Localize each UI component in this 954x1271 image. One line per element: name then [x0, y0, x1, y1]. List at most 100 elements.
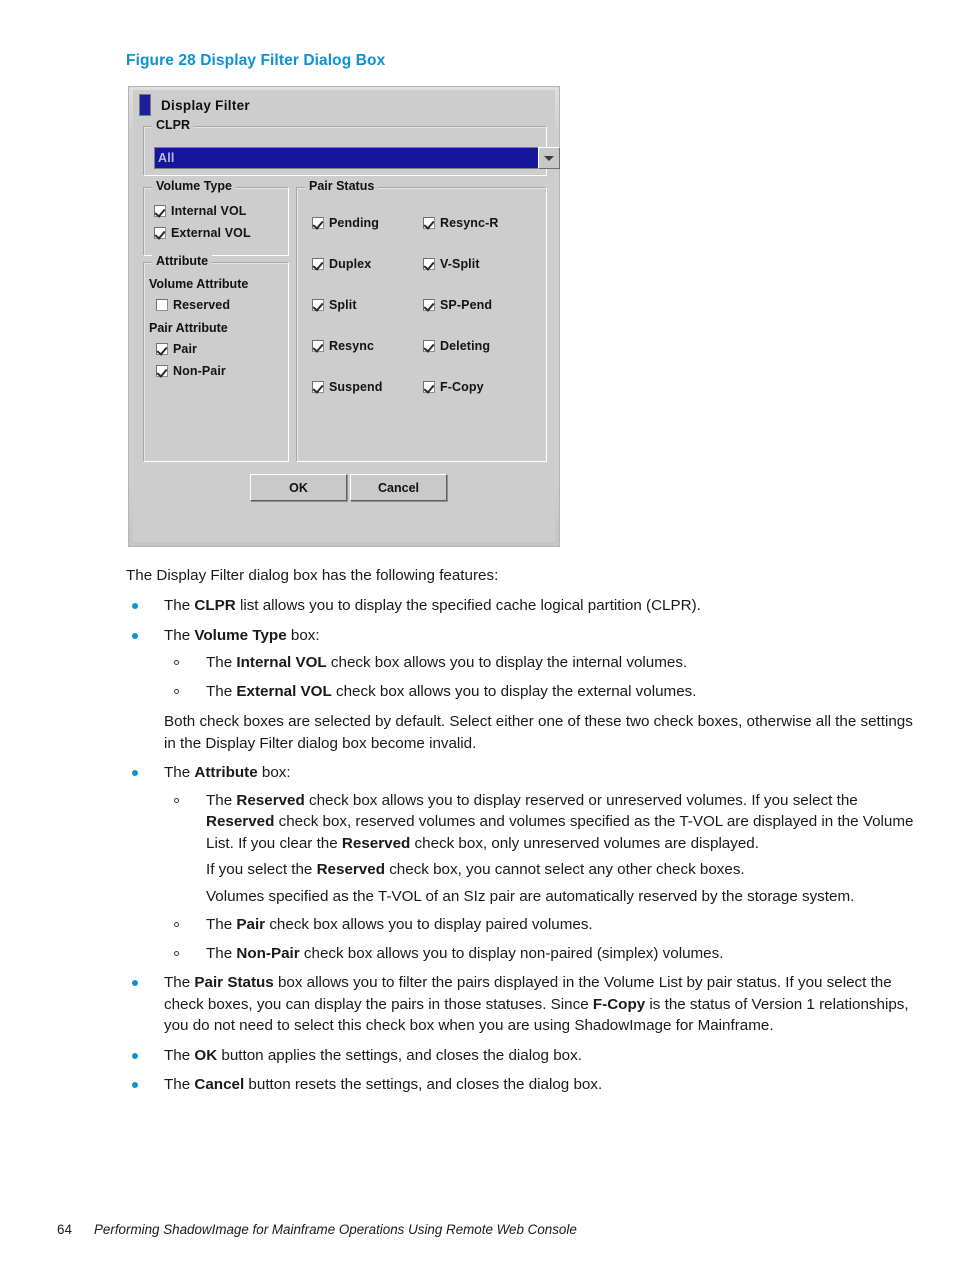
- text-bold: Volume Type: [194, 626, 287, 644]
- checkbox-indicator[interactable]: [156, 299, 168, 311]
- reserved-note-2: Volumes specified as the T-VOL of an SIz…: [206, 887, 855, 905]
- checkbox-label: V-Split: [440, 257, 480, 271]
- checkbox-sp-pend[interactable]: SP-Pend: [423, 298, 492, 312]
- checkbox-indicator[interactable]: [154, 227, 166, 239]
- text-run: box:: [286, 626, 320, 644]
- text-run: button applies the settings, and closes …: [217, 1046, 582, 1064]
- sub-list-attribute: The Reserved check box allows you to dis…: [164, 790, 924, 965]
- reserved-note-1: If you select the Reserved check box, yo…: [206, 859, 924, 881]
- text-bold: CLPR: [194, 597, 236, 614]
- text-run: check box, only unreserved volumes are d…: [410, 834, 759, 852]
- text-run: check box allows you to display reserved…: [304, 791, 858, 809]
- text-run: check box, you cannot select any other c…: [384, 861, 745, 878]
- checkbox-label: Deleting: [440, 339, 491, 353]
- checkbox-deleting[interactable]: Deleting: [423, 339, 490, 353]
- clpr-dropdown[interactable]: All: [154, 147, 560, 169]
- list-item-ok: The OK button applies the settings, and …: [126, 1045, 924, 1067]
- cancel-button[interactable]: Cancel: [350, 474, 447, 501]
- checkbox-label: Resync-R: [440, 216, 499, 230]
- dialog-title: Display Filter: [161, 97, 250, 113]
- checkbox-indicator[interactable]: [156, 365, 168, 377]
- text-bold: Reserved: [206, 813, 275, 830]
- text-run: The: [164, 626, 195, 644]
- text-run: The: [206, 791, 237, 809]
- checkbox-indicator[interactable]: [423, 217, 435, 229]
- text-bold: Cancel: [194, 1076, 245, 1093]
- checkbox-indicator[interactable]: [423, 340, 435, 352]
- bullet-icon: [132, 770, 138, 776]
- checkbox-label: F-Copy: [440, 380, 484, 394]
- checkbox-indicator[interactable]: [423, 381, 435, 393]
- checkbox-split[interactable]: Split: [312, 298, 357, 312]
- display-filter-dialog: Display Filter CLPR All Volume Type Inte…: [128, 86, 560, 547]
- pair-status-group: Pair Status Pending Duplex Split Resync …: [296, 179, 547, 462]
- checkbox-reserved[interactable]: Reserved: [156, 298, 230, 312]
- text-bold: F-Copy: [592, 995, 646, 1013]
- ok-button[interactable]: OK: [250, 474, 347, 501]
- checkbox-indicator[interactable]: [312, 217, 324, 229]
- dialog-titlebar: Display Filter: [133, 90, 555, 120]
- checkbox-pair[interactable]: Pair: [156, 342, 197, 356]
- figure-caption: Figure 28 Display Filter Dialog Box: [126, 52, 386, 69]
- dialog-inner: Display Filter CLPR All Volume Type Inte…: [133, 90, 560, 542]
- list-item-attribute: The Attribute box: The Reserved check bo…: [126, 762, 924, 964]
- text-run: box:: [257, 764, 291, 781]
- checkbox-indicator[interactable]: [154, 205, 166, 217]
- text-bold: Pair: [236, 916, 266, 933]
- sub-bullet-icon: [174, 922, 179, 927]
- checkbox-label: Resync: [329, 339, 375, 353]
- list-item-internal-vol: The Internal VOL check box allows you to…: [164, 652, 924, 674]
- text-bold: External VOL: [236, 682, 332, 700]
- checkbox-external-vol[interactable]: External VOL: [154, 226, 251, 240]
- checkbox-indicator[interactable]: [312, 381, 324, 393]
- checkbox-indicator[interactable]: [156, 343, 168, 355]
- clpr-dropdown-button[interactable]: [538, 147, 560, 169]
- text-bold: OK: [194, 1046, 218, 1064]
- text-run: list allows you to display the specified…: [235, 597, 701, 614]
- text-bold: Reserved: [236, 791, 305, 809]
- chevron-down-icon: [544, 155, 554, 161]
- checkbox-label: Non-Pair: [173, 364, 226, 378]
- checkbox-label: Pending: [329, 216, 380, 230]
- bullet-icon: [132, 603, 138, 609]
- checkbox-indicator[interactable]: [312, 299, 324, 311]
- text-bold: Non-Pair: [236, 944, 300, 962]
- checkbox-indicator[interactable]: [423, 258, 435, 270]
- text-bold: Internal VOL: [236, 654, 327, 671]
- pair-status-group-label: Pair Status: [305, 179, 379, 193]
- volume-type-group-label: Volume Type: [152, 179, 236, 193]
- checkbox-indicator[interactable]: [423, 299, 435, 311]
- list-item-cancel: The Cancel button resets the settings, a…: [126, 1074, 924, 1096]
- checkbox-v-split[interactable]: V-Split: [423, 257, 480, 271]
- list-item-pair: The Pair check box allows you to display…: [164, 914, 924, 936]
- text-run: check box allows you to display the exte…: [331, 682, 697, 700]
- text-run: check box allows you to display paired v…: [265, 916, 593, 933]
- sub-bullet-icon: [174, 660, 179, 665]
- text-bold: Reserved: [316, 861, 385, 878]
- checkbox-resync-r[interactable]: Resync-R: [423, 216, 498, 230]
- checkbox-label: Split: [329, 298, 357, 312]
- checkbox-indicator[interactable]: [312, 258, 324, 270]
- checkbox-internal-vol[interactable]: Internal VOL: [154, 204, 247, 218]
- attribute-group: Attribute Volume Attribute Reserved Pair…: [143, 254, 289, 462]
- checkbox-resync[interactable]: Resync: [312, 339, 374, 353]
- checkbox-label: Internal VOL: [171, 204, 247, 218]
- sub-list-volume-type: The Internal VOL check box allows you to…: [164, 652, 924, 702]
- checkbox-indicator[interactable]: [312, 340, 324, 352]
- checkbox-label: Reserved: [173, 298, 231, 312]
- text-run: The: [164, 764, 195, 781]
- sub-bullet-icon: [174, 797, 179, 803]
- checkbox-non-pair[interactable]: Non-Pair: [156, 364, 226, 378]
- footer-title: Performing ShadowImage for Mainframe Ope…: [94, 1222, 577, 1237]
- text-run: button resets the settings, and closes t…: [244, 1076, 603, 1093]
- sub-bullet-icon: [174, 950, 179, 956]
- feature-list: The CLPR list allows you to display the …: [0, 595, 954, 1096]
- body-content: The Display Filter dialog box has the fo…: [0, 565, 954, 1104]
- checkbox-pending[interactable]: Pending: [312, 216, 379, 230]
- volume-type-note: Both check boxes are selected by default…: [164, 713, 913, 752]
- checkbox-suspend[interactable]: Suspend: [312, 380, 382, 394]
- checkbox-f-copy[interactable]: F-Copy: [423, 380, 484, 394]
- bullet-icon: [132, 980, 138, 986]
- checkbox-duplex[interactable]: Duplex: [312, 257, 371, 271]
- sub-bullet-icon: [174, 688, 179, 694]
